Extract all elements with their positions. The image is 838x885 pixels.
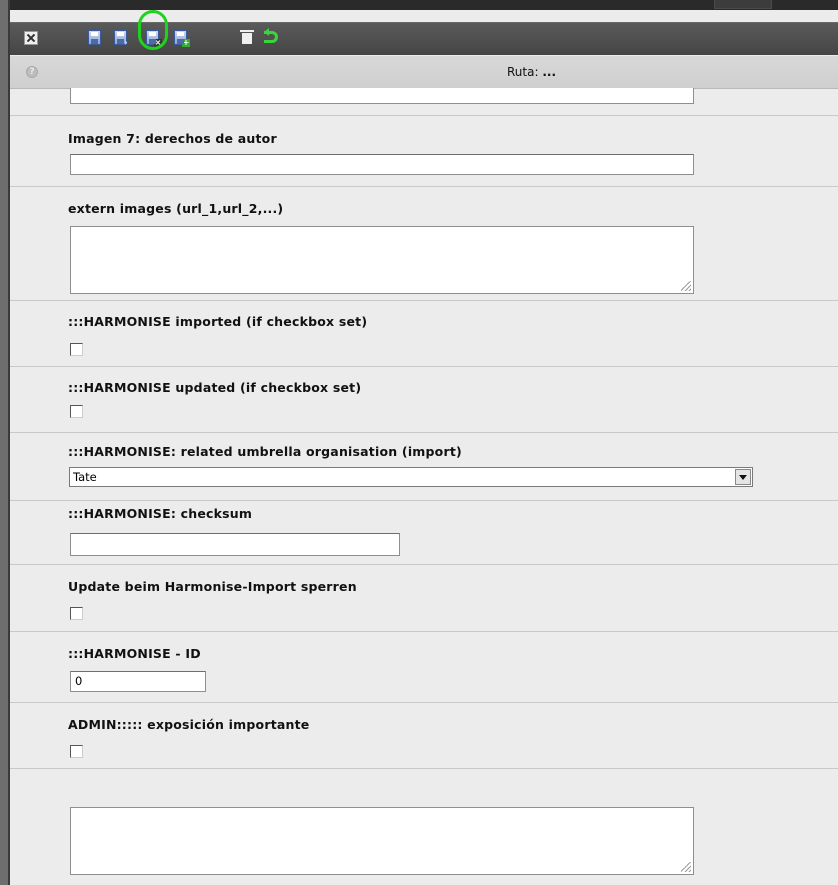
image7-copyright-input[interactable] bbox=[70, 154, 694, 175]
harmonise-checksum-input[interactable] bbox=[70, 533, 400, 556]
form-row-admin-important: ADMIN::::: exposición importante bbox=[10, 703, 838, 769]
field-label: :::HARMONISE updated (if checkbox set) bbox=[68, 380, 362, 395]
form-content: Imagen 7: derechos de autor extern image… bbox=[10, 88, 838, 885]
save-and-view-icon[interactable]: › bbox=[114, 30, 128, 47]
trash-icon[interactable] bbox=[240, 30, 254, 44]
form-row-harmonise-id: :::HARMONISE - ID 0 bbox=[10, 632, 838, 703]
form-row-extern-images: extern images (url_1,url_2,...) bbox=[10, 187, 838, 301]
doc-toolbar: › × + bbox=[10, 10, 838, 55]
form-row-harmonise-updated: :::HARMONISE updated (if checkbox set) bbox=[10, 367, 838, 433]
umbrella-organisation-select[interactable]: Tate bbox=[69, 467, 753, 487]
unlabeled-textarea[interactable] bbox=[70, 807, 694, 875]
field-label: ADMIN::::: exposición importante bbox=[68, 717, 310, 732]
field-label: :::HARMONISE imported (if checkbox set) bbox=[68, 314, 368, 329]
highlight-ring bbox=[138, 10, 168, 50]
previous-text-input[interactable] bbox=[70, 88, 694, 104]
save-and-new-icon[interactable]: + bbox=[174, 30, 190, 47]
admin-important-checkbox[interactable] bbox=[70, 745, 83, 758]
path-bar: ? Ruta: ... bbox=[10, 56, 838, 89]
save-icon[interactable] bbox=[88, 30, 101, 45]
resize-grip[interactable] bbox=[681, 862, 691, 872]
undo-icon[interactable] bbox=[264, 28, 278, 43]
harmonise-updated-checkbox[interactable] bbox=[70, 405, 83, 418]
form-row-previous bbox=[10, 88, 838, 116]
field-label: extern images (url_1,url_2,...) bbox=[68, 201, 284, 216]
window-tab[interactable] bbox=[714, 0, 772, 9]
form-row-unlabeled bbox=[10, 769, 838, 885]
harmonise-id-input[interactable]: 0 bbox=[70, 671, 206, 692]
help-icon[interactable]: ? bbox=[26, 66, 38, 78]
path-value[interactable]: ... bbox=[542, 65, 556, 79]
path-label: Ruta: bbox=[507, 65, 539, 79]
harmonise-imported-checkbox[interactable] bbox=[70, 343, 83, 356]
field-label: Update beim Harmonise-Import sperren bbox=[68, 579, 357, 594]
chevron-down-icon[interactable] bbox=[735, 469, 751, 485]
close-icon[interactable] bbox=[24, 31, 38, 45]
field-label: :::HARMONISE: related umbrella organisat… bbox=[68, 444, 462, 459]
extern-images-textarea[interactable] bbox=[70, 226, 694, 294]
form-row-harmonise-lock: Update beim Harmonise-Import sperren bbox=[10, 565, 838, 632]
form-row-harmonise-umbrella: :::HARMONISE: related umbrella organisat… bbox=[10, 433, 838, 501]
left-frame-edge bbox=[0, 0, 10, 885]
harmonise-lock-checkbox[interactable] bbox=[70, 607, 83, 620]
breadcrumb: Ruta: ... bbox=[507, 65, 556, 79]
field-label: :::HARMONISE - ID bbox=[68, 646, 201, 661]
form-row-image7-copyright: Imagen 7: derechos de autor bbox=[10, 116, 838, 187]
select-value: Tate bbox=[73, 470, 97, 484]
resize-grip[interactable] bbox=[681, 281, 691, 291]
field-label: Imagen 7: derechos de autor bbox=[68, 131, 277, 146]
field-label: :::HARMONISE: checksum bbox=[68, 506, 253, 521]
form-row-harmonise-checksum: :::HARMONISE: checksum bbox=[10, 501, 838, 565]
window-top-strip bbox=[0, 0, 838, 10]
form-row-harmonise-imported: :::HARMONISE imported (if checkbox set) bbox=[10, 301, 838, 367]
